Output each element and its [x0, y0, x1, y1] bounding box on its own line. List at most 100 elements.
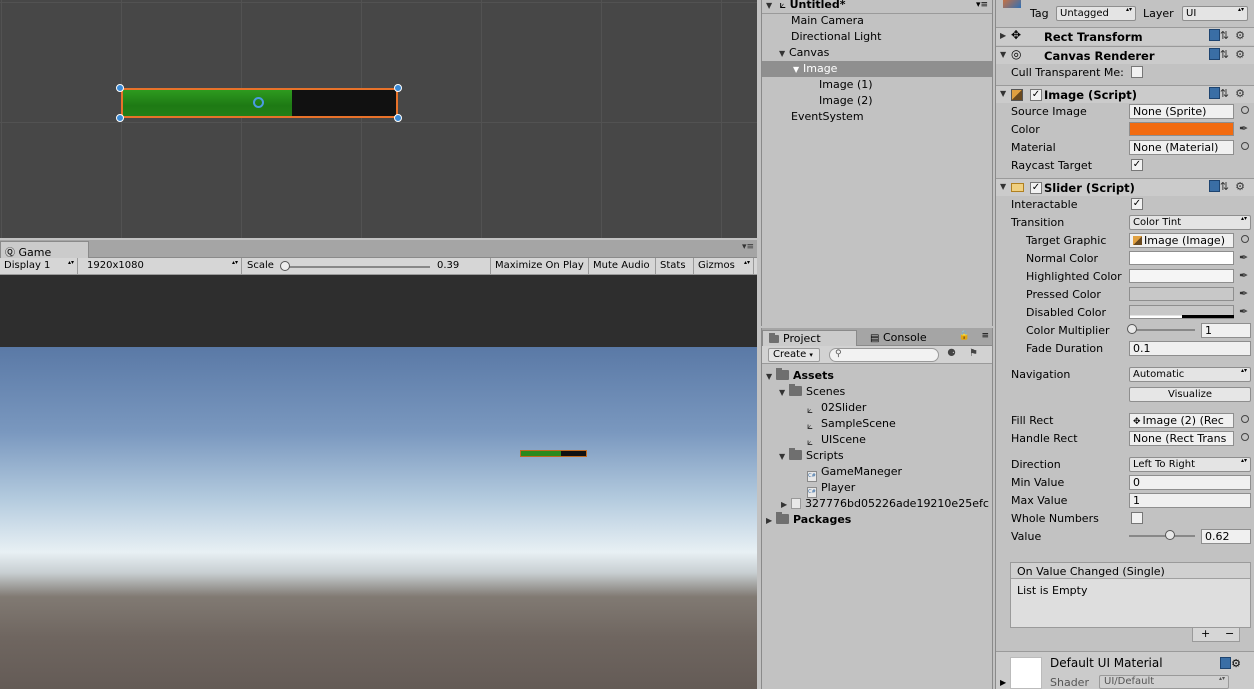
collapse-triangle-icon[interactable]: ▶: [766, 513, 776, 529]
disabled-color-swatch[interactable]: [1129, 305, 1234, 319]
component-header-icons[interactable]: ⇅⚙: [1208, 48, 1251, 61]
expand-triangle-icon[interactable]: ▼: [779, 385, 789, 401]
panel-menu-icon[interactable]: ▾≡: [742, 242, 754, 252]
lock-icon[interactable]: 🔒: [959, 331, 970, 341]
value-slider-track[interactable]: [1129, 535, 1195, 537]
hierarchy-item-directional-light[interactable]: Directional Light: [762, 29, 992, 45]
object-picker-icon[interactable]: [1241, 415, 1249, 423]
material-field[interactable]: None (Material): [1129, 140, 1234, 155]
layer-dropdown[interactable]: UI: [1182, 6, 1248, 21]
project-item-scenes[interactable]: ▼ Scenes: [762, 384, 992, 400]
component-header-icons[interactable]: ⇅⚙: [1208, 180, 1251, 193]
rect-transform-header[interactable]: ▶ ✥ Rect Transform ⇅⚙: [996, 27, 1254, 45]
scale-slider-track[interactable]: [283, 266, 430, 268]
expand-triangle-icon[interactable]: ▼: [779, 449, 789, 465]
tab-game[interactable]: Ⓠ Game: [0, 241, 89, 259]
component-header-icons[interactable]: ⇅⚙: [1208, 29, 1251, 42]
eyedropper-icon[interactable]: ✒: [1239, 251, 1248, 264]
hierarchy-item-image-2[interactable]: Image (2): [762, 93, 992, 109]
max-value-field[interactable]: 1: [1129, 493, 1251, 508]
interactable-checkbox[interactable]: ✓: [1131, 198, 1143, 210]
image-component-header[interactable]: ▼ ✓ Image (Script) ⇅⚙: [996, 85, 1254, 103]
scale-slider-thumb[interactable]: [280, 261, 290, 271]
project-item-gamemaneger[interactable]: C# GameManeger: [762, 464, 992, 482]
color-multiplier-thumb[interactable]: [1127, 324, 1137, 334]
filter-label-icon[interactable]: ⚑: [969, 348, 978, 359]
object-picker-icon[interactable]: [1241, 433, 1249, 441]
navigation-dropdown[interactable]: Automatic: [1129, 367, 1251, 382]
expand-triangle-icon[interactable]: ▼: [779, 46, 789, 62]
project-item-packages[interactable]: ▶ Packages: [762, 512, 992, 528]
project-item-scripts[interactable]: ▼ Scripts: [762, 448, 992, 464]
filter-type-icon[interactable]: ⚈: [947, 348, 956, 359]
expand-triangle-icon[interactable]: ▼: [793, 62, 803, 78]
resolution-dropdown[interactable]: 1920x1080: [83, 258, 242, 275]
rect-handle-bottom-left[interactable]: [116, 114, 124, 122]
add-event-button[interactable]: +: [1201, 628, 1210, 640]
tab-project[interactable]: Project: [762, 330, 857, 346]
remove-event-button[interactable]: −: [1225, 628, 1234, 640]
eyedropper-icon[interactable]: ✒: [1239, 122, 1248, 135]
scene-view[interactable]: [0, 0, 757, 238]
panel-menu-icon[interactable]: ≡: [981, 331, 989, 341]
rect-handle-bottom-right[interactable]: [394, 114, 402, 122]
hierarchy-item-canvas[interactable]: ▼ Canvas: [762, 45, 992, 61]
hierarchy-item-eventsystem[interactable]: EventSystem: [762, 109, 992, 125]
min-value-field[interactable]: 0: [1129, 475, 1251, 490]
object-picker-icon[interactable]: [1241, 106, 1249, 114]
object-picker-icon[interactable]: [1241, 235, 1249, 243]
expand-triangle-icon[interactable]: ▼: [766, 369, 776, 385]
object-picker-icon[interactable]: [1241, 142, 1249, 150]
tab-console[interactable]: ▤ Console: [864, 330, 933, 346]
hierarchy-item-image[interactable]: ▼ Image: [762, 61, 992, 77]
shader-dropdown[interactable]: UI/Default: [1099, 675, 1229, 689]
cull-transparent-checkbox[interactable]: [1131, 66, 1143, 78]
project-item-samplescene[interactable]: ⟀ SampleScene: [762, 416, 992, 432]
component-header-icons[interactable]: ⇅⚙: [1208, 87, 1251, 100]
project-item-02slider[interactable]: ⟀ 02Slider: [762, 400, 992, 416]
color-multiplier-field[interactable]: 1: [1201, 323, 1251, 338]
visualize-button[interactable]: Visualize: [1129, 387, 1251, 402]
hierarchy-item-main-camera[interactable]: Main Camera: [762, 13, 992, 29]
expand-triangle-icon[interactable]: ▼: [766, 0, 776, 14]
expand-triangle-icon[interactable]: ▼: [1000, 182, 1010, 191]
scene-root[interactable]: ▼ ⟀ Untitled* ▾≡: [762, 0, 992, 13]
pivot-icon[interactable]: [253, 97, 264, 108]
eyedropper-icon[interactable]: ✒: [1239, 269, 1248, 282]
mute-audio-button[interactable]: Mute Audio: [589, 258, 656, 275]
source-image-field[interactable]: None (Sprite): [1129, 104, 1234, 119]
value-field[interactable]: 0.62: [1201, 529, 1251, 544]
highlighted-color-swatch[interactable]: [1129, 269, 1234, 283]
project-search-input[interactable]: ⚲: [829, 348, 939, 362]
collapse-triangle-icon[interactable]: ▶: [1000, 678, 1006, 687]
handle-rect-field[interactable]: None (Rect Trans: [1129, 431, 1234, 446]
collapse-triangle-icon[interactable]: ▶: [1000, 31, 1010, 40]
slider-enabled-checkbox[interactable]: ✓: [1030, 182, 1042, 194]
fade-duration-field[interactable]: 0.1: [1129, 341, 1251, 356]
project-item-player[interactable]: C# Player: [762, 480, 992, 498]
value-slider-thumb[interactable]: [1164, 530, 1175, 540]
raycast-target-checkbox[interactable]: ✓: [1131, 159, 1143, 171]
color-multiplier-track[interactable]: [1129, 329, 1195, 331]
tag-dropdown[interactable]: Untagged: [1056, 6, 1136, 21]
game-slider[interactable]: [520, 450, 587, 457]
slider-component-header[interactable]: ▼ ✓ Slider (Script) ⇅⚙: [996, 178, 1254, 196]
expand-triangle-icon[interactable]: ▼: [1000, 89, 1010, 98]
hierarchy-item-image-1[interactable]: Image (1): [762, 77, 992, 93]
gizmos-dropdown[interactable]: Gizmos: [694, 258, 754, 275]
fill-rect-field[interactable]: ✥ Image (2) (Rec: [1129, 413, 1234, 428]
rect-handle-top-left[interactable]: [116, 84, 124, 92]
normal-color-swatch[interactable]: [1129, 251, 1234, 265]
direction-dropdown[interactable]: Left To Right: [1129, 457, 1251, 472]
target-graphic-field[interactable]: Image (Image): [1129, 233, 1234, 248]
eyedropper-icon[interactable]: ✒: [1239, 287, 1248, 300]
create-dropdown[interactable]: Create ▾: [768, 348, 820, 362]
pressed-color-swatch[interactable]: [1129, 287, 1234, 301]
project-item-uiscene[interactable]: ⟀ UIScene: [762, 432, 992, 448]
transition-dropdown[interactable]: Color Tint: [1129, 215, 1251, 230]
project-item-assets[interactable]: ▼ Assets: [762, 368, 992, 384]
color-swatch[interactable]: [1129, 122, 1234, 136]
display-dropdown[interactable]: Display 1: [0, 258, 78, 275]
collapse-triangle-icon[interactable]: ▶: [781, 497, 791, 512]
rect-handle-top-right[interactable]: [394, 84, 402, 92]
